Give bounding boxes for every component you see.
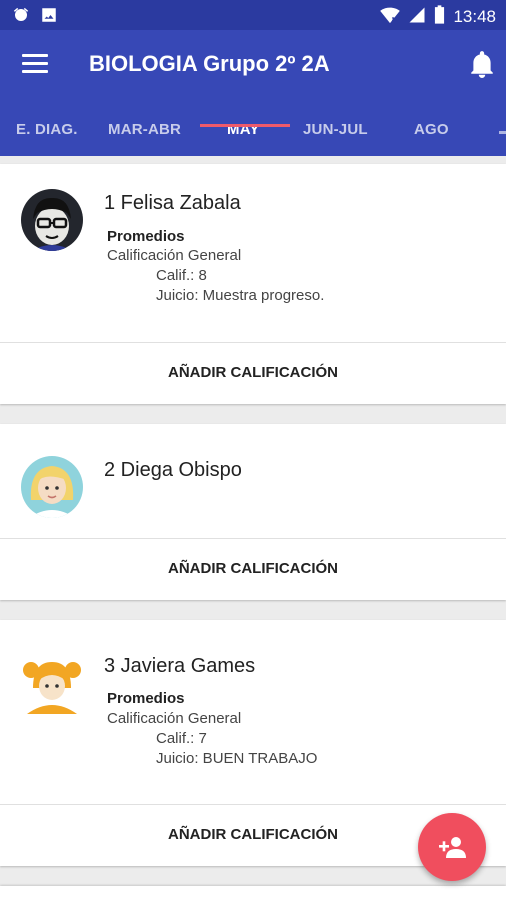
tab-bar: E. DIAG. MAR-ABR MAY JUN-JUL AGO bbox=[0, 104, 506, 156]
battery-icon bbox=[434, 5, 445, 29]
calif-value: Calif.: 8 bbox=[156, 267, 207, 284]
calif-value: Calif.: 7 bbox=[156, 730, 207, 747]
status-bar: 13:48 bbox=[0, 0, 506, 30]
student-name[interactable]: 1 Felisa Zabala bbox=[104, 192, 241, 215]
promedios-title: Promedios bbox=[107, 228, 185, 245]
girl-pigtails-avatar bbox=[21, 652, 83, 714]
alarm-icon bbox=[12, 6, 30, 29]
divider bbox=[0, 804, 506, 805]
tab-jun-jul[interactable]: JUN-JUL bbox=[303, 121, 368, 138]
tab-e-diag[interactable]: E. DIAG. bbox=[16, 121, 78, 138]
tab-mar-abr[interactable]: MAR-ABR bbox=[108, 121, 181, 138]
app-bar: BIOLOGIA Grupo 2º 2A E. DIAG. MAR-ABR MA… bbox=[0, 30, 506, 156]
student-card: 1 Felisa Zabala Promedios Calificación G… bbox=[0, 164, 506, 404]
calificacion-general: Calificación General bbox=[107, 247, 242, 264]
tab-indicator bbox=[200, 124, 290, 127]
tab-ago[interactable]: AGO bbox=[414, 121, 449, 138]
woman-blonde-avatar bbox=[21, 456, 83, 518]
image-icon bbox=[40, 6, 58, 29]
signal-icon bbox=[408, 6, 426, 29]
wifi-icon bbox=[380, 6, 401, 29]
add-student-button[interactable] bbox=[418, 813, 486, 881]
promedios-title: Promedios bbox=[107, 690, 185, 707]
man-glasses-avatar bbox=[21, 189, 83, 251]
menu-icon[interactable] bbox=[22, 54, 48, 74]
add-grade-button[interactable]: AÑADIR CALIFICACIÓN bbox=[0, 364, 506, 381]
status-time: 13:48 bbox=[453, 7, 496, 26]
add-grade-button[interactable]: AÑADIR CALIFICACIÓN bbox=[0, 560, 506, 577]
student-name[interactable]: 3 Javiera Games bbox=[104, 655, 255, 678]
page-title: BIOLOGIA Grupo 2º 2A bbox=[89, 51, 330, 76]
juicio-value: Juicio: BUEN TRABAJO bbox=[156, 750, 318, 767]
divider bbox=[0, 342, 506, 343]
student-name[interactable]: 2 Diega Obispo bbox=[104, 459, 242, 482]
next-card-edge bbox=[0, 886, 506, 900]
student-card: 2 Diega Obispo AÑADIR CALIFICACIÓN bbox=[0, 424, 506, 600]
juicio-value: Juicio: Muestra progreso. bbox=[156, 287, 325, 304]
calificacion-general: Calificación General bbox=[107, 710, 242, 727]
divider bbox=[0, 538, 506, 539]
bell-icon[interactable] bbox=[469, 50, 495, 78]
tab-overflow-hint bbox=[499, 131, 506, 134]
add-group-icon bbox=[438, 834, 468, 865]
